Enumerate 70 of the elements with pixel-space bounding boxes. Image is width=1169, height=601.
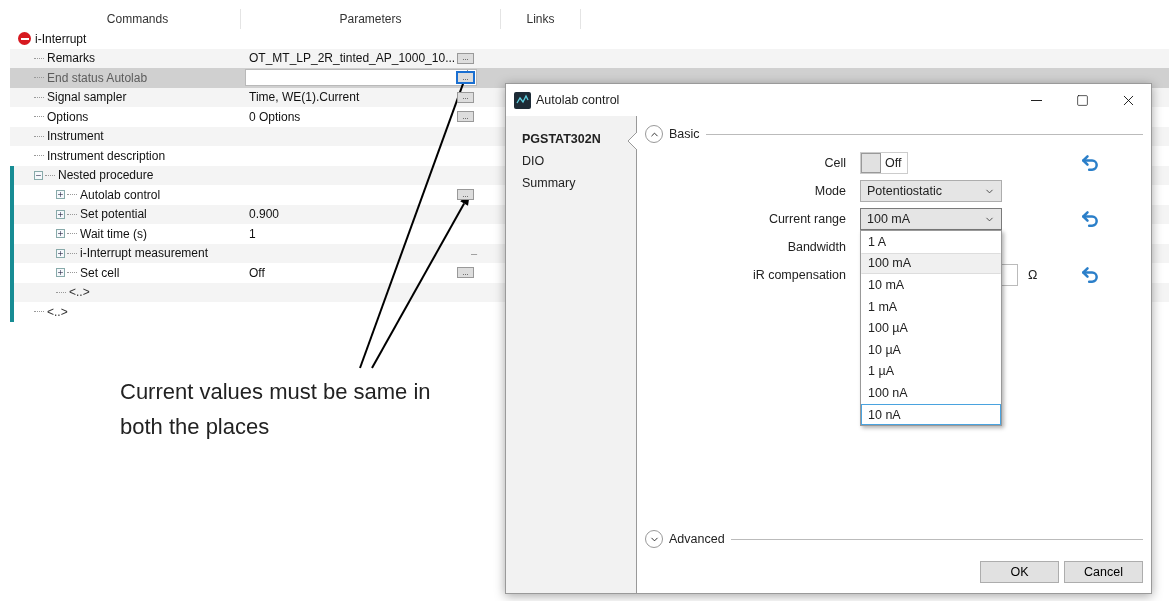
expand-icon[interactable] bbox=[56, 248, 65, 258]
command-label: Autolab control bbox=[80, 187, 161, 202]
parameter-value: 1 bbox=[248, 226, 256, 241]
command-label: Set cell bbox=[80, 265, 120, 280]
parameter-value: Off bbox=[248, 265, 265, 280]
command-label: Wait time (s) bbox=[80, 226, 147, 241]
dropdown-option[interactable]: 100 mA bbox=[861, 252, 1001, 275]
field-label: Mode bbox=[813, 184, 846, 198]
annotation-text: Current values must be same in both the places bbox=[120, 378, 432, 441]
dropdown[interactable]: Potentiostatic bbox=[860, 180, 1002, 202]
dash-marker: – bbox=[471, 247, 478, 260]
undo-arrow-icon[interactable] bbox=[1080, 153, 1100, 173]
dropdown-option[interactable]: 100 nA bbox=[861, 382, 1001, 404]
dropdown-option[interactable]: 1 mA bbox=[861, 295, 1001, 318]
dialog-button[interactable]: Cancel bbox=[1064, 561, 1143, 583]
undo-arrow-icon[interactable] bbox=[1080, 209, 1100, 229]
command-label: Instrument description bbox=[47, 148, 166, 163]
command-label: <..> bbox=[69, 285, 90, 300]
dropdown-option[interactable]: 10 µA bbox=[861, 338, 1001, 361]
field-label: Cell bbox=[823, 156, 846, 170]
dropdown-option[interactable]: 100 µA bbox=[861, 317, 1001, 339]
minimize-icon bbox=[1030, 99, 1042, 101]
unit-label: Ω bbox=[1028, 268, 1038, 282]
browse-button[interactable]: ... bbox=[457, 267, 474, 279]
stop-icon bbox=[18, 32, 31, 46]
dropdown[interactable]: 100 mA bbox=[860, 208, 1002, 230]
command-label: Options bbox=[47, 109, 89, 124]
parameter-value: 0 Options bbox=[248, 109, 301, 124]
nav-item[interactable]: DIO bbox=[522, 154, 545, 171]
maximize-icon bbox=[1075, 93, 1089, 107]
collapse-icon[interactable] bbox=[34, 170, 43, 180]
section-title: Basic bbox=[669, 127, 700, 141]
expand-icon[interactable] bbox=[56, 229, 65, 239]
field-label: Bandwidth bbox=[786, 240, 846, 254]
nav-item[interactable]: Summary bbox=[522, 176, 576, 193]
undo-arrow-icon[interactable] bbox=[1080, 265, 1100, 285]
dropdown-option[interactable]: 1 µA bbox=[861, 360, 1001, 383]
field-label: Current range bbox=[767, 212, 846, 226]
field-label: iR compensation bbox=[751, 268, 846, 282]
browse-button[interactable]: ... bbox=[457, 72, 474, 84]
window-title: Autolab control bbox=[536, 93, 621, 107]
dropdown-option[interactable]: 10 nA bbox=[861, 403, 1001, 426]
app-icon bbox=[514, 91, 531, 109]
command-label: i-Interrupt measurement bbox=[80, 246, 209, 261]
browse-button[interactable]: ... bbox=[457, 189, 474, 201]
dropdown-option[interactable]: 1 A bbox=[861, 231, 1001, 253]
expand-icon[interactable] bbox=[56, 209, 65, 219]
command-label: Set potential bbox=[80, 207, 147, 222]
expand-icon[interactable] bbox=[56, 268, 65, 278]
parameter-value: 0.900 bbox=[248, 207, 280, 222]
value-field[interactable] bbox=[245, 69, 477, 87]
section-title: Advanced bbox=[669, 532, 725, 546]
browse-button[interactable]: ... bbox=[457, 111, 474, 123]
browse-button[interactable]: ... bbox=[457, 91, 474, 103]
dialog-button[interactable]: OK bbox=[980, 561, 1059, 583]
command-label: Signal sampler bbox=[47, 90, 127, 105]
command-label: Instrument bbox=[47, 129, 104, 144]
browse-button[interactable]: ... bbox=[457, 52, 474, 64]
nav-item[interactable]: PGSTAT302N bbox=[522, 132, 601, 149]
expand-icon[interactable] bbox=[56, 190, 65, 200]
toggle-switch[interactable]: Off bbox=[860, 152, 908, 174]
command-label: i-Interrupt bbox=[35, 31, 87, 46]
tree-row[interactable]: Remarks OT_MT_LP_2R_tinted_AP_1000_10... ... bbox=[10, 48, 1169, 68]
parameter-value: OT_MT_LP_2R_tinted_AP_1000_10... bbox=[248, 51, 456, 66]
parameter-value: Time, WE(1).Current bbox=[248, 90, 360, 105]
command-label: Nested procedure bbox=[58, 168, 154, 183]
command-label: End status Autolab bbox=[47, 70, 148, 85]
command-label: Remarks bbox=[47, 51, 95, 66]
dropdown-option[interactable]: 10 mA bbox=[861, 274, 1001, 296]
command-label: <..> bbox=[47, 304, 68, 319]
